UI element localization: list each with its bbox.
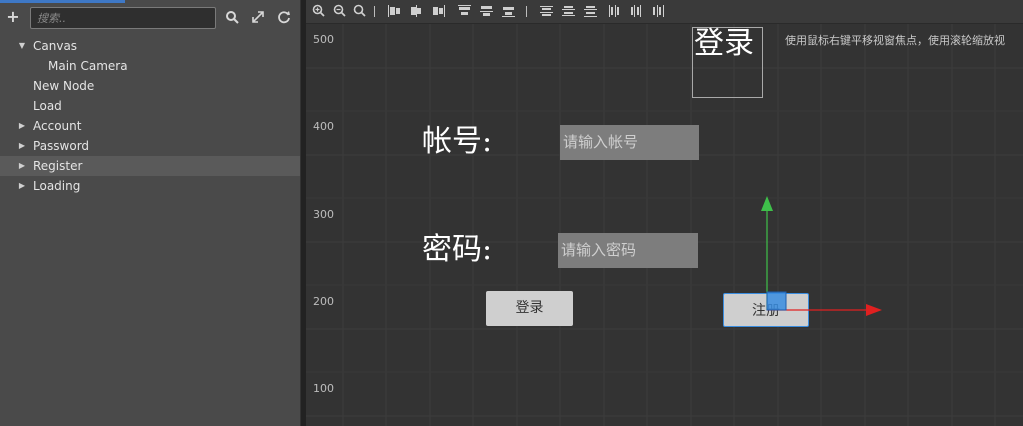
tree-item-label: New Node xyxy=(33,79,95,93)
toolbar-separator xyxy=(526,6,527,17)
collapse-arrow-icon[interactable]: ▶ xyxy=(17,156,27,176)
collapse-arrow-icon[interactable]: ▶ xyxy=(17,136,27,156)
title-label[interactable]: 登录 xyxy=(694,27,754,61)
tree-item-password[interactable]: ▶ Password xyxy=(0,136,300,156)
account-input[interactable]: 请输入帐号 xyxy=(560,125,699,160)
active-tab-indicator xyxy=(0,0,125,3)
tree-item-new-node[interactable]: New Node xyxy=(0,76,300,96)
editor-window: + ▼ Canvas Main Camera New Node Load ▶ xyxy=(0,0,1023,426)
distribute-bottom-icon[interactable] xyxy=(584,5,597,17)
collapse-arrow-icon[interactable]: ▶ xyxy=(17,176,27,196)
tree-item-label: Account xyxy=(33,119,82,133)
distribute-left-icon[interactable] xyxy=(608,5,621,17)
tree-item-canvas[interactable]: ▼ Canvas xyxy=(0,36,300,56)
tree-item-label: Register xyxy=(33,159,83,173)
tree-item-register[interactable]: ▶ Register xyxy=(0,156,300,176)
distribute-v-center-icon[interactable] xyxy=(562,5,575,17)
expand-all-icon[interactable] xyxy=(250,10,266,26)
scene-view[interactable]: 使用鼠标右键平移视窗焦点，使用滚轮缩放视 500 400 300 200 100… xyxy=(306,0,1023,426)
login-button[interactable]: 登录 xyxy=(486,291,573,326)
tree-item-loading[interactable]: ▶ Loading xyxy=(0,176,300,196)
scene-toolbar xyxy=(306,0,1023,24)
navigation-hint: 使用鼠标右键平移视窗焦点，使用滚轮缩放视 xyxy=(785,34,1005,47)
scene-grid xyxy=(306,24,1023,426)
tree-item-label: Main Camera xyxy=(48,59,128,73)
account-label[interactable]: 帐号: xyxy=(422,125,492,159)
x-axis-arrow-icon xyxy=(866,304,882,316)
expand-arrow-icon[interactable]: ▼ xyxy=(17,36,27,56)
align-top-icon[interactable] xyxy=(458,5,471,17)
tree-item-label: Loading xyxy=(33,179,81,193)
hierarchy-search-input[interactable] xyxy=(30,7,216,29)
tree-item-label: Password xyxy=(33,139,90,153)
align-left-icon[interactable] xyxy=(388,5,401,17)
password-input[interactable]: 请输入密码 xyxy=(558,233,698,268)
tree-item-account[interactable]: ▶ Account xyxy=(0,116,300,136)
y-axis-label: 300 xyxy=(313,208,334,221)
search-icon[interactable] xyxy=(224,10,240,26)
y-axis-label: 400 xyxy=(313,120,334,133)
distribute-h-center-icon[interactable] xyxy=(630,5,643,17)
zoom-reset-icon[interactable] xyxy=(352,4,366,18)
refresh-icon[interactable] xyxy=(276,10,292,26)
distribute-right-icon[interactable] xyxy=(652,5,665,17)
distribute-top-icon[interactable] xyxy=(540,5,553,17)
align-v-center-icon[interactable] xyxy=(480,5,493,17)
tree-item-label: Canvas xyxy=(33,39,78,53)
align-h-center-icon[interactable] xyxy=(410,5,423,17)
move-gizmo[interactable] xyxy=(706,190,896,330)
y-axis-label: 200 xyxy=(313,295,334,308)
add-node-icon[interactable]: + xyxy=(5,9,21,25)
xy-plane-handle xyxy=(766,291,787,311)
y-axis-label: 100 xyxy=(313,382,334,395)
y-axis-label: 500 xyxy=(313,33,334,46)
password-label[interactable]: 密码: xyxy=(422,233,492,267)
zoom-in-icon[interactable] xyxy=(311,4,325,18)
tree-item-label: Load xyxy=(33,99,62,113)
collapse-arrow-icon[interactable]: ▶ xyxy=(17,116,27,136)
y-axis-arrow-icon xyxy=(761,196,773,211)
tree-item-load[interactable]: Load xyxy=(0,96,300,116)
align-right-icon[interactable] xyxy=(432,5,445,17)
tree-item-main-camera[interactable]: Main Camera xyxy=(0,56,300,76)
zoom-out-icon[interactable] xyxy=(332,4,346,18)
hierarchy-panel: + ▼ Canvas Main Camera New Node Load ▶ xyxy=(0,0,301,426)
align-bottom-icon[interactable] xyxy=(502,5,515,17)
toolbar-separator xyxy=(374,6,375,17)
